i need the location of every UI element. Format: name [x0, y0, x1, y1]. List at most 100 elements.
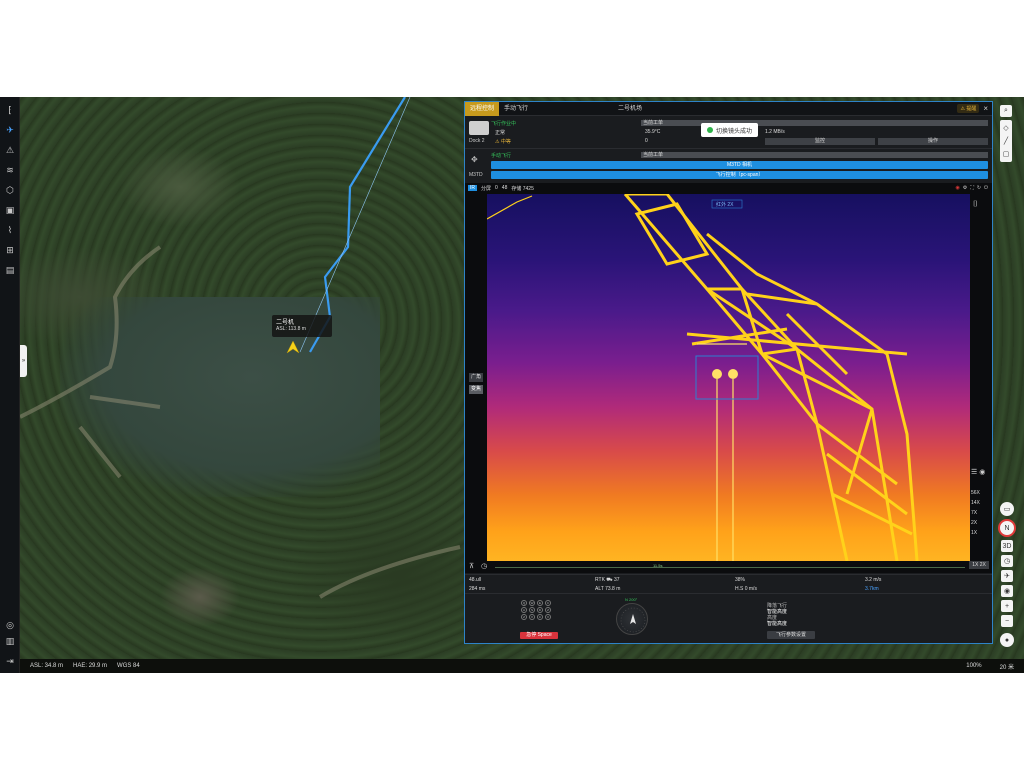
zoom-1x[interactable]: 1X	[971, 528, 991, 538]
delay-value: 284 ms	[469, 586, 486, 592]
key-v[interactable]: V	[545, 614, 551, 620]
power-icon[interactable]: ⏻	[984, 185, 988, 191]
flight-control-area: Q W E C A S D Z Z X C V 急停 Space N 200° …	[465, 595, 992, 643]
collapse-icon[interactable]: ⁅	[3, 103, 17, 117]
screenshot-icon[interactable]: ⊼	[469, 562, 474, 570]
key-c[interactable]: C	[545, 600, 551, 606]
scale-label: 20 米	[999, 664, 1014, 671]
drone-name: M3TD	[469, 172, 483, 178]
flight-settings: 降落飞行 智能高度 高度 智能高度	[767, 603, 787, 627]
thermal-image[interactable]: 红外 2X	[487, 194, 970, 561]
lens-wide[interactable]: 广角	[469, 373, 483, 382]
compass-icon[interactable]: N	[998, 519, 1016, 537]
alert-flag[interactable]: ⚠ 提醒	[957, 104, 980, 113]
avatar[interactable]: ●	[1000, 633, 1014, 647]
flight-params-button[interactable]: 飞行参数设置	[767, 631, 815, 639]
zoom-14x[interactable]: 14X	[971, 498, 991, 508]
drone-tooltip: 二号机 ASL: 113.8 m	[272, 315, 332, 337]
dock-name: Dock 2	[469, 138, 485, 144]
alert-icon[interactable]: ⚠	[3, 143, 17, 157]
key-q[interactable]: Q	[521, 600, 527, 606]
camera-button[interactable]: M3TD 相机	[491, 161, 988, 169]
success-icon	[707, 127, 713, 133]
status-bar: ASL: 34.8 m HAE: 29.9 m WGS 84 100% 20 米	[20, 659, 1024, 673]
split-label[interactable]: 分屏	[481, 185, 491, 192]
emergency-stop-button[interactable]: 急停 Space	[520, 632, 558, 639]
comment-icon[interactable]: ▭	[1000, 502, 1014, 516]
toast-text: 切换镜头成功	[716, 128, 753, 135]
tab-remote-control[interactable]: 远程控制	[465, 101, 500, 116]
dock-temperature: 35.9°C	[645, 129, 661, 135]
key-a[interactable]: A	[521, 607, 527, 613]
dock-mode: 正常	[495, 130, 506, 136]
compass-heading: N 200°	[625, 597, 638, 602]
key-x[interactable]: X	[529, 614, 535, 620]
zoom-2x[interactable]: 2X	[971, 518, 991, 528]
drone-work-order: 当前工单	[641, 152, 988, 158]
operate-button[interactable]: 操作	[878, 138, 988, 145]
count-max: 48	[501, 185, 508, 191]
video-toolbar: IR 分屏 0 48 存储 7425 ◉ ⚙ ⛶ ↻ ⏻	[465, 183, 992, 193]
map-tools: ⌕ ◇ ╱ ▢	[1000, 105, 1014, 162]
device-name: 二号机场	[618, 105, 643, 112]
key-w[interactable]: W	[529, 600, 535, 606]
record-icon[interactable]: ◉	[955, 185, 959, 191]
3d-icon[interactable]: 3D	[1001, 540, 1013, 552]
key-e[interactable]: E	[537, 600, 543, 606]
model-icon[interactable]: ⬡	[3, 183, 17, 197]
zoom-slider[interactable]: ☰ ◉ 56X 14X 7X 2X 1X	[971, 468, 991, 538]
drone-icon: ✥	[471, 155, 478, 164]
key-s[interactable]: S	[529, 607, 535, 613]
media-icon[interactable]: ▣	[3, 203, 17, 217]
drone-icon[interactable]: ✈	[3, 123, 17, 137]
key-z2[interactable]: Z	[521, 614, 527, 620]
keyboard-keypad[interactable]: Q W E C A S D Z Z X C V	[521, 600, 557, 621]
close-icon[interactable]: ×	[983, 104, 988, 113]
key-c2[interactable]: C	[537, 614, 543, 620]
device-icon[interactable]: ▥	[3, 634, 17, 648]
grid-icon[interactable]: ⊞	[3, 243, 17, 257]
zoom-7x[interactable]: 7X	[971, 508, 991, 518]
attitude-compass	[616, 603, 648, 635]
expand-handle[interactable]: »	[20, 345, 27, 377]
line-icon[interactable]: ╱	[1000, 135, 1012, 147]
zoom-level: 100%	[966, 663, 982, 669]
key-z[interactable]: Z	[545, 607, 551, 613]
telemetry-bar: 48.ull 284 ms RTK ⛟ 37 ALT 73.8 m 38% H.…	[465, 574, 992, 594]
logout-icon[interactable]: ⇥	[3, 654, 17, 668]
settings-icon[interactable]: ⚙	[963, 185, 967, 191]
monitor-button[interactable]: 监控	[765, 138, 875, 145]
calendar-icon[interactable]: ▤	[3, 263, 17, 277]
clock-icon[interactable]: ◷	[481, 562, 487, 570]
globe-icon[interactable]: ◎	[3, 618, 17, 632]
camera-icon[interactable]: ⌷	[973, 199, 978, 209]
zoom-readout: 1X 2X	[969, 561, 989, 569]
status-wgs: WGS 84	[117, 663, 140, 669]
route-icon[interactable]: ⌇	[3, 223, 17, 237]
refresh-icon[interactable]: ↻	[977, 185, 981, 191]
key-d[interactable]: D	[537, 607, 543, 613]
pin-icon[interactable]: ◇	[1000, 122, 1012, 134]
toast-message: 切换镜头成功	[701, 123, 759, 137]
search-icon[interactable]: ⌕	[1000, 105, 1012, 117]
history-icon[interactable]: ◷	[1001, 555, 1013, 567]
ir-tag[interactable]: IR	[468, 185, 477, 191]
drone-tooltip-name: 二号机	[276, 320, 295, 326]
zoom-56x[interactable]: 56X	[971, 488, 991, 498]
locate-icon[interactable]: ◉	[1001, 585, 1013, 597]
fullscreen-icon[interactable]: ⛶	[970, 185, 974, 191]
drone-marker-icon[interactable]	[285, 339, 301, 355]
tab-manual-flight[interactable]: 手动飞行	[499, 102, 533, 116]
dock-status-row: Dock 2 飞行作业中 正常 ⚠ 中等 当前工单 35.9°C 0 1.2 M…	[465, 117, 992, 149]
zoom-out-icon[interactable]: −	[1001, 615, 1013, 627]
progress-track[interactable]	[495, 567, 965, 568]
zoom-in-icon[interactable]: +	[1001, 600, 1013, 612]
ir-mode-icon[interactable]: ☰ ◉	[971, 468, 991, 488]
locate-drone-icon[interactable]: ✈	[1001, 570, 1013, 582]
dock-state: ⚠ 中等	[495, 139, 511, 145]
map-right-controls: ▭ N 3D ◷ ✈ ◉ + − ●	[996, 502, 1018, 650]
flight-control-button[interactable]: 飞行控制（pc-span）	[491, 171, 988, 179]
lens-zoom[interactable]: 变焦	[469, 385, 483, 394]
area-icon[interactable]: ▢	[1000, 148, 1012, 160]
layers-icon[interactable]: ≋	[3, 163, 17, 177]
